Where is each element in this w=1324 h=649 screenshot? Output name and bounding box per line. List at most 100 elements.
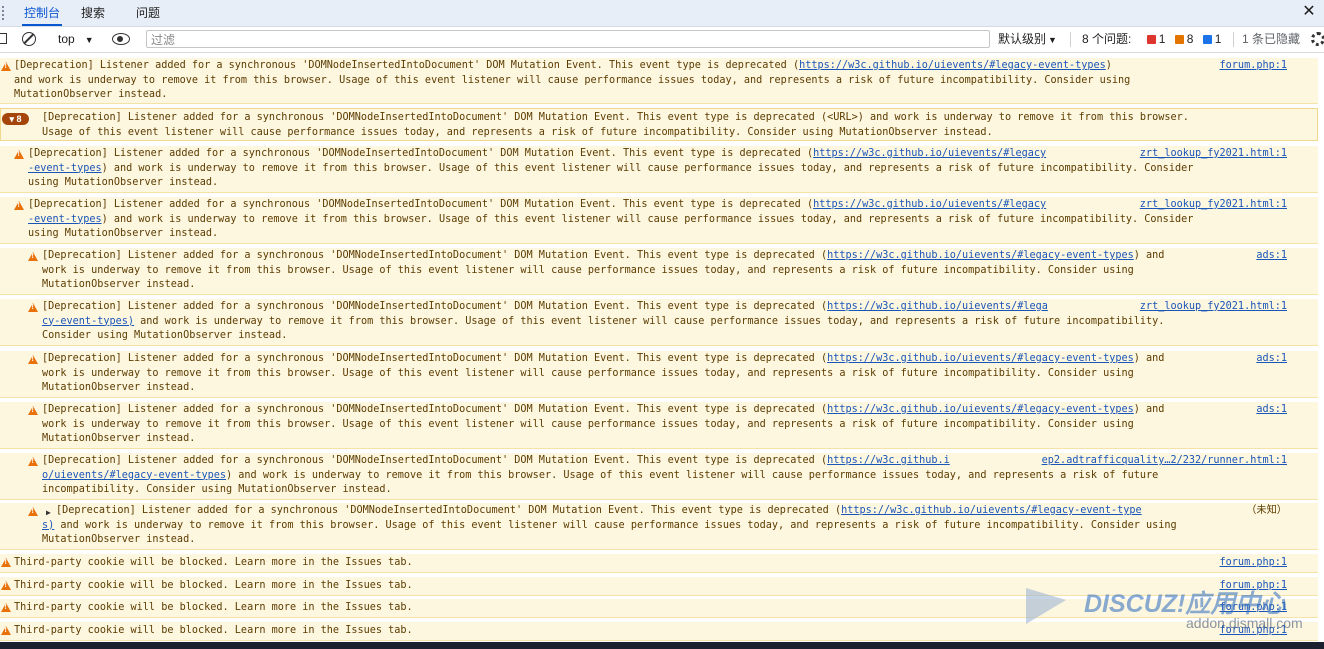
warning-icon xyxy=(28,252,38,261)
context-value: top xyxy=(58,32,75,46)
sidebar-toggle-icon[interactable] xyxy=(0,33,7,44)
info-icon xyxy=(1202,35,1212,44)
console-warning[interactable]: [Deprecation] Listener added for a synch… xyxy=(0,453,1318,500)
message-text: [Deprecation] Listener added for a synch… xyxy=(42,112,1189,123)
message-text: -event-types) and work is underway to re… xyxy=(28,213,1194,225)
message-link[interactable]: s) xyxy=(42,520,54,531)
warning-icon xyxy=(1,62,11,71)
message-text: [Deprecation] Listener added for a synch… xyxy=(28,148,1047,159)
watermark-logo: DISCUZ!应用中心 addon.dismall.com xyxy=(1026,584,1316,636)
drag-handle-icon[interactable] xyxy=(2,6,7,20)
watermark-subtitle: addon.dismall.com xyxy=(1186,615,1303,631)
tab-search[interactable]: 搜索 xyxy=(79,0,107,26)
gear-icon[interactable] xyxy=(1311,32,1324,46)
caret-down-icon: ▼ xyxy=(84,35,94,45)
issues-label: 8 个问题: xyxy=(1082,32,1132,46)
devtools-tab-bar: 控制台 搜索 问题 ✕ xyxy=(0,0,1324,27)
console-messages: [Deprecation] Listener added for a synch… xyxy=(0,53,1324,642)
console-toolbar: top ▼ 过滤 默认级别 ▼ 8 个问题: 1 8 1 1 条已隐藏 xyxy=(0,27,1324,53)
message-text: and work is underway to remove it from t… xyxy=(14,74,1131,86)
message-text: MutationObserver instead. xyxy=(42,279,196,290)
warning-icon xyxy=(1,626,11,635)
message-text: -event-types) and work is underway to re… xyxy=(28,162,1194,174)
message-link[interactable]: https://w3c.github.io/uievents/#legacy-e… xyxy=(827,353,1134,364)
source-link[interactable]: forum.php:1 xyxy=(1220,59,1287,74)
source-link[interactable]: forum.php:1 xyxy=(1220,556,1287,571)
message-link[interactable]: cy-event-types) xyxy=(42,316,134,327)
message-text: incompatibility. Consider using Mutation… xyxy=(42,484,392,495)
taskbar-strip xyxy=(0,642,1324,649)
message-link[interactable]: https://w3c.github.io/uievents/#legacy-e… xyxy=(827,250,1134,261)
console-warning[interactable]: [Deprecation] Listener added for a synch… xyxy=(0,299,1318,346)
message-text: Consider using MutationObserver instead. xyxy=(42,330,288,341)
warning-icon xyxy=(1,558,11,567)
message-link[interactable]: -event-types xyxy=(28,163,102,174)
message-text: work is underway to remove it from this … xyxy=(42,264,1134,276)
close-icon[interactable]: ✕ xyxy=(1300,3,1318,21)
message-text: [Deprecation] Listener added for a synch… xyxy=(42,250,1165,261)
paper-plane-icon xyxy=(1026,588,1066,624)
filter-input[interactable]: 过滤 xyxy=(146,30,990,48)
warning-icon xyxy=(1,581,11,590)
console-warning[interactable]: [Deprecation] Listener added for a synch… xyxy=(0,58,1318,104)
tab-issues[interactable]: 问题 xyxy=(134,0,162,26)
console-warning[interactable]: [Deprecation] Listener added for a synch… xyxy=(0,146,1318,193)
message-link[interactable]: https://w3c.github.io/uievents/#legacy xyxy=(813,148,1046,159)
divider xyxy=(1233,32,1234,47)
source-link[interactable]: ads:1 xyxy=(1256,403,1287,418)
issue-error-count: 1 xyxy=(1158,32,1166,46)
message-text: s) and work is underway to remove it fro… xyxy=(42,519,1177,531)
message-text: using MutationObserver instead. xyxy=(28,177,219,188)
message-text: [Deprecation] Listener added for a synch… xyxy=(42,301,1048,312)
message-text: Third-party cookie will be blocked. Lear… xyxy=(14,557,413,568)
message-link[interactable]: https://w3c.github.io/uievents/#legacy xyxy=(813,199,1046,210)
tab-console[interactable]: 控制台 xyxy=(22,0,63,26)
warning-icon xyxy=(28,406,38,415)
hidden-count: 1 条已隐藏 xyxy=(1242,32,1301,46)
message-link[interactable]: https://w3c.github.io/uievents/#legacy-e… xyxy=(827,404,1134,415)
message-text: [Deprecation] Listener added for a synch… xyxy=(28,199,1047,210)
message-text: [Deprecation] Listener added for a synch… xyxy=(14,60,1112,71)
message-link[interactable]: https://w3c.github.io/uievents/#lega xyxy=(827,301,1048,312)
message-text: [Deprecation] Listener added for a synch… xyxy=(42,353,1165,364)
source-link[interactable]: ep2.adtrafficquality…2/232/runner.html:1 xyxy=(1042,454,1287,469)
message-text: MutationObserver instead. xyxy=(42,534,196,545)
console-warning-group[interactable]: ▾ 8 [Deprecation] Listener added for a s… xyxy=(0,108,1318,141)
console-warning[interactable]: [Deprecation] Listener added for a synch… xyxy=(0,351,1318,398)
console-warning[interactable]: ▶ [Deprecation] Listener added for a syn… xyxy=(0,503,1318,550)
warning-icon xyxy=(28,457,38,466)
log-level-value: 默认级别 xyxy=(998,32,1047,46)
console-warning[interactable]: [Deprecation] Listener added for a synch… xyxy=(0,248,1318,295)
repeat-count-badge[interactable]: ▾ 8 xyxy=(2,113,29,125)
console-warning[interactable]: Third-party cookie will be blocked. Lear… xyxy=(0,554,1318,573)
eye-icon[interactable] xyxy=(112,33,130,45)
console-warning[interactable]: [Deprecation] Listener added for a synch… xyxy=(0,197,1318,244)
message-text: using MutationObserver instead. xyxy=(28,228,219,239)
console-warning[interactable]: [Deprecation] Listener added for a synch… xyxy=(0,402,1318,449)
message-text: MutationObserver instead. xyxy=(14,89,168,100)
divider xyxy=(1070,32,1071,47)
warning-icon xyxy=(28,507,38,516)
source-link[interactable]: ads:1 xyxy=(1256,249,1287,264)
source-unknown: （未知） xyxy=(1246,505,1287,516)
message-link[interactable]: https://w3c.github.io/uievents/#legacy-e… xyxy=(841,505,1142,516)
message-link[interactable]: https://w3c.github.io/uievents/#legacy-e… xyxy=(799,60,1106,71)
message-text: Third-party cookie will be blocked. Lear… xyxy=(14,580,413,591)
message-link[interactable]: o/uievents/#legacy-event-types xyxy=(42,470,226,481)
message-link[interactable]: -event-types xyxy=(28,214,102,225)
message-text: MutationObserver instead. xyxy=(42,382,196,393)
source-link[interactable]: zrt_lookup_fy2021.html:1 xyxy=(1140,147,1287,162)
message-text: cy-event-types) and work is underway to … xyxy=(42,315,1165,327)
context-selector[interactable]: top ▼ xyxy=(58,27,94,52)
message-text: [Deprecation] Listener added for a synch… xyxy=(42,455,950,466)
clear-console-icon[interactable] xyxy=(22,32,36,46)
message-link[interactable]: https://w3c.github.i xyxy=(827,455,950,466)
warning-icon xyxy=(14,201,24,210)
log-level-selector[interactable]: 默认级别 ▼ xyxy=(998,27,1057,52)
source-link[interactable]: zrt_lookup_fy2021.html:1 xyxy=(1140,300,1287,315)
chevron-down-icon: ▾ xyxy=(9,114,14,124)
warning-icon xyxy=(1,603,11,612)
source-link[interactable]: ads:1 xyxy=(1256,352,1287,367)
source-link[interactable]: zrt_lookup_fy2021.html:1 xyxy=(1140,198,1287,213)
issues-summary[interactable]: 8 个问题: 1 8 1 xyxy=(1082,27,1227,52)
